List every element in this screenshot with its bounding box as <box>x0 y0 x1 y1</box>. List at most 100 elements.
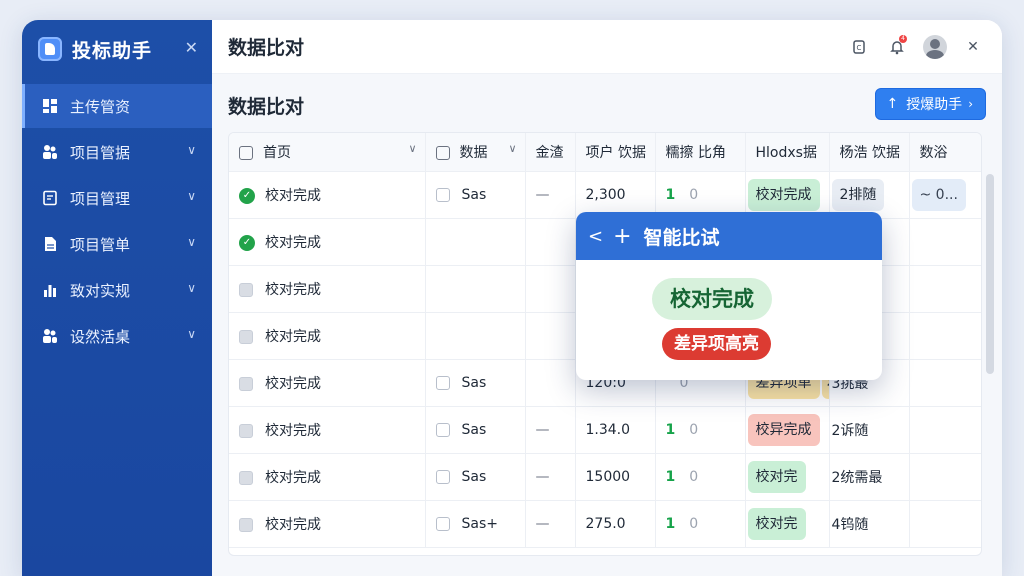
status-badge[interactable]: 校对完 <box>747 460 806 493</box>
chevron-down-icon: ∨ <box>408 141 417 155</box>
col-header-5[interactable]: Hlodxs据 <box>745 133 830 172</box>
status-cell: 校对完成 <box>229 406 426 454</box>
topbar-title: 数据比对 <box>228 37 305 59</box>
data-cell: Sas <box>425 406 526 454</box>
sidebar-item-0[interactable]: 主传管资 <box>22 84 212 128</box>
assist-button-label: 授爆助手 <box>906 97 963 113</box>
chevron-left-icon[interactable]: < <box>588 226 603 247</box>
table-row[interactable]: ✓ 校对完成 Sas —2,300 1 0 校对完成 2排随 ~ 0... <box>229 171 981 219</box>
compare-cell: 10 <box>655 500 746 548</box>
bell-icon[interactable]: 4 <box>884 34 910 60</box>
vertical-scrollbar[interactable] <box>986 174 994 374</box>
chevron-down-icon: ∨ <box>187 235 196 249</box>
diff-highlight-pill[interactable]: 差异项高亮 <box>662 328 771 360</box>
arrow-up-icon: ↑ <box>886 96 899 112</box>
avatar <box>923 35 947 59</box>
extra-cell <box>909 453 981 501</box>
data-checkbox[interactable] <box>435 469 450 484</box>
col-header-6[interactable]: 杨浩 饮据 <box>829 133 910 172</box>
popup-title: 智能比试 <box>643 226 720 249</box>
topbar: 数据比对 C 4 ✕ <box>212 20 1002 74</box>
tag-cell: 校异完成 <box>745 406 830 454</box>
data-cell: Sas+ <box>425 500 526 548</box>
dash-cell <box>525 218 576 266</box>
status-badge[interactable]: 校对完成 <box>747 178 820 211</box>
sidebar-item-2[interactable]: 项目管理 ∨ <box>22 176 212 220</box>
col-header-4[interactable]: 糯擦 比角 <box>655 133 746 172</box>
count-cell: 2排随 <box>829 171 910 219</box>
smart-compare-popup: < + 智能比试 校对完成 差异项高亮 <box>576 212 882 380</box>
data-cell: Sas <box>425 171 526 219</box>
app-window: 投标助手 ✕ 主传管资 项目管据 ∨ 项目管理 ∨ 项目管单 ∨ 致对实规 ∨ … <box>22 20 1002 576</box>
brand: 投标助手 ✕ <box>38 36 198 62</box>
row-checkbox[interactable] <box>239 470 253 485</box>
svg-text:C: C <box>857 44 862 52</box>
page-title: 数据比对 <box>228 96 305 118</box>
col-header-data[interactable]: 数据 ∨ <box>425 133 526 172</box>
chevron-down-icon: ∨ <box>187 143 196 157</box>
value-cell: 2,300 <box>575 171 656 219</box>
row-checkbox[interactable] <box>239 423 253 438</box>
count-label: 2诉随 <box>831 422 869 439</box>
data-cell <box>425 218 526 266</box>
row-checkbox[interactable] <box>239 329 253 344</box>
col-header-7[interactable]: 数浴 <box>909 133 981 172</box>
user-avatar[interactable] <box>922 34 948 60</box>
data-checkbox[interactable] <box>435 516 450 531</box>
count-label: 4钨随 <box>831 516 869 533</box>
row-checkbox[interactable] <box>239 376 253 391</box>
count-cell: 2诉随 <box>829 406 910 454</box>
extra-cell <box>909 406 981 454</box>
sidebar-item-1[interactable]: 项目管据 ∨ <box>22 130 212 174</box>
extra-cell <box>909 312 981 360</box>
dash-cell: — <box>525 406 576 454</box>
col-header-home[interactable]: 首页 ∨ <box>229 133 426 172</box>
chevron-right-icon: › <box>968 97 973 111</box>
chevron-down-icon: ∨ <box>187 327 196 341</box>
sidebar-item-label: 主传管资 <box>70 97 131 116</box>
data-checkbox[interactable] <box>435 187 450 202</box>
extra-cell <box>909 265 981 313</box>
status-cell: 校对完成 <box>229 359 426 407</box>
dash-cell: — <box>525 171 576 219</box>
status-badge[interactable]: 校对完 <box>747 507 806 540</box>
dash-cell: — <box>525 500 576 548</box>
data-checkbox[interactable] <box>435 375 450 390</box>
row-checkbox[interactable] <box>239 282 253 297</box>
extra-cell <box>909 500 981 548</box>
sidebar-item-label: 致对实规 <box>70 281 131 300</box>
popup-header: < + 智能比试 <box>576 212 882 260</box>
sidebar-item-5[interactable]: 设然活桌 ∨ <box>22 314 212 358</box>
topbar-actions: C 4 ✕ <box>834 34 986 60</box>
dash-cell: — <box>525 453 576 501</box>
dash-cell <box>525 265 576 313</box>
status-cell: ✓ 校对完成 <box>229 218 426 266</box>
check-circle-icon: ✓ <box>239 234 255 251</box>
table-row[interactable]: 校对完成 Sas —1.34.0 1 0 校异完成 2诉随 <box>229 406 981 454</box>
close-icon[interactable]: ✕ <box>960 34 986 60</box>
sidebar-item-label: 项目管理 <box>70 189 131 208</box>
count-label: 2排随 <box>831 178 885 211</box>
table-row[interactable]: 校对完成 Sas+ —275.0 1 0 校对完 4钨随 <box>229 500 981 548</box>
col-header-3[interactable]: 项户 饮据 <box>575 133 656 172</box>
count-label: 2统需最 <box>831 469 883 486</box>
sidebar-item-3[interactable]: 项目管单 ∨ <box>22 222 212 266</box>
status-cell: 校对完成 <box>229 312 426 360</box>
value-cell: 1.34.0 <box>575 406 656 454</box>
document-icon <box>42 236 58 252</box>
sidebar-item-4[interactable]: 致对实规 ∨ <box>22 268 212 312</box>
clipboard-icon[interactable]: C <box>846 34 872 60</box>
users-icon <box>42 144 58 160</box>
col-header-2[interactable]: 金渣 <box>525 133 576 172</box>
dashboard-icon <box>42 98 58 114</box>
plus-icon[interactable]: + <box>613 224 631 249</box>
status-badge[interactable]: 校异完成 <box>747 413 820 446</box>
table-header-row: 首页 ∨ 数据 ∨ 金渣 项户 饮据 糯擦 比角 Hlodxs据 杨浩 饮据 数浴 <box>229 133 981 172</box>
data-checkbox[interactable] <box>435 422 450 437</box>
table-row[interactable]: 校对完成 Sas —15000 1 0 校对完 2统需最 <box>229 453 981 501</box>
close-icon[interactable]: ✕ <box>185 38 198 57</box>
row-checkbox[interactable] <box>239 517 253 532</box>
assist-button[interactable]: ↑ 授爆助手 › <box>875 88 986 120</box>
status-cell: 校对完成 <box>229 500 426 548</box>
tag-cell: 校对完 <box>745 453 830 501</box>
